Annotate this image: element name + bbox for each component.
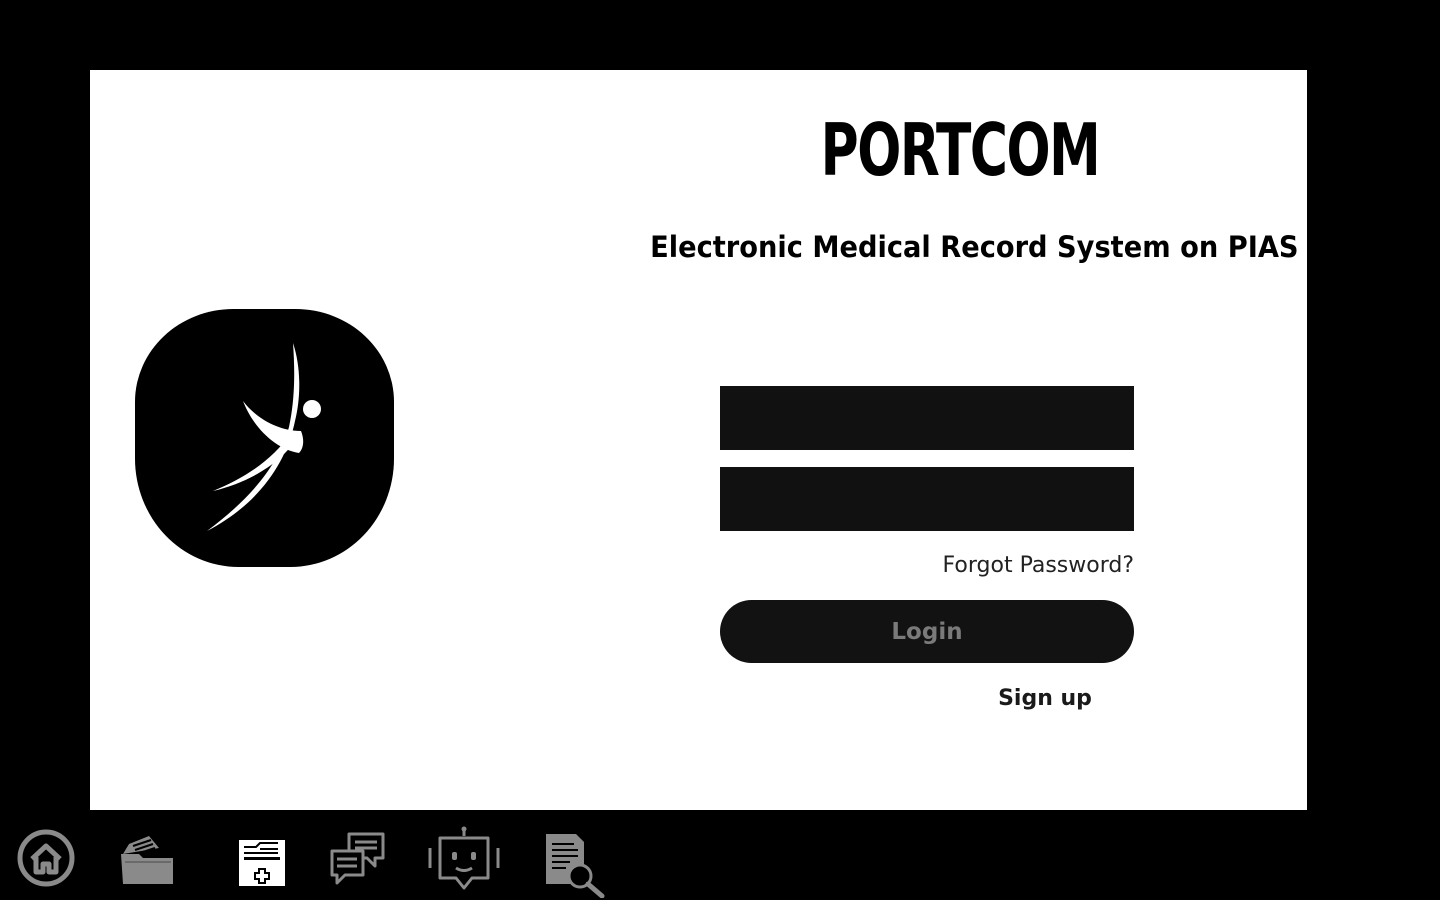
username-field[interactable] xyxy=(720,386,1134,450)
taskbar-document-search[interactable] xyxy=(544,832,608,898)
taskbar-folder[interactable] xyxy=(119,832,175,886)
taskbar-chat[interactable] xyxy=(329,831,387,887)
password-field[interactable] xyxy=(720,467,1134,531)
app-title: PORTCOM xyxy=(820,108,1101,192)
login-button[interactable]: Login xyxy=(720,600,1134,663)
folder-icon xyxy=(121,836,173,884)
medical-record-icon xyxy=(239,840,285,886)
app-logo xyxy=(135,309,394,567)
app-screen: PORTCOM Electronic Medical Record System… xyxy=(0,0,1440,900)
signup-link[interactable]: Sign up xyxy=(980,682,1110,716)
app-subtitle: Electronic Medical Record System on PIAS xyxy=(650,230,1299,264)
robot-icon xyxy=(428,826,500,890)
document-search-icon xyxy=(546,834,605,898)
dancer-logo-icon xyxy=(207,343,321,531)
taskbar-home[interactable] xyxy=(17,829,75,887)
taskbar-medical-record[interactable] xyxy=(238,839,286,887)
home-icon xyxy=(17,829,75,887)
forgot-password-link[interactable]: Forgot Password? xyxy=(720,550,1134,582)
login-panel: PORTCOM Electronic Medical Record System… xyxy=(90,70,1307,810)
taskbar-robot[interactable] xyxy=(428,826,500,890)
chat-icon xyxy=(330,832,385,885)
taskbar xyxy=(0,812,1440,900)
